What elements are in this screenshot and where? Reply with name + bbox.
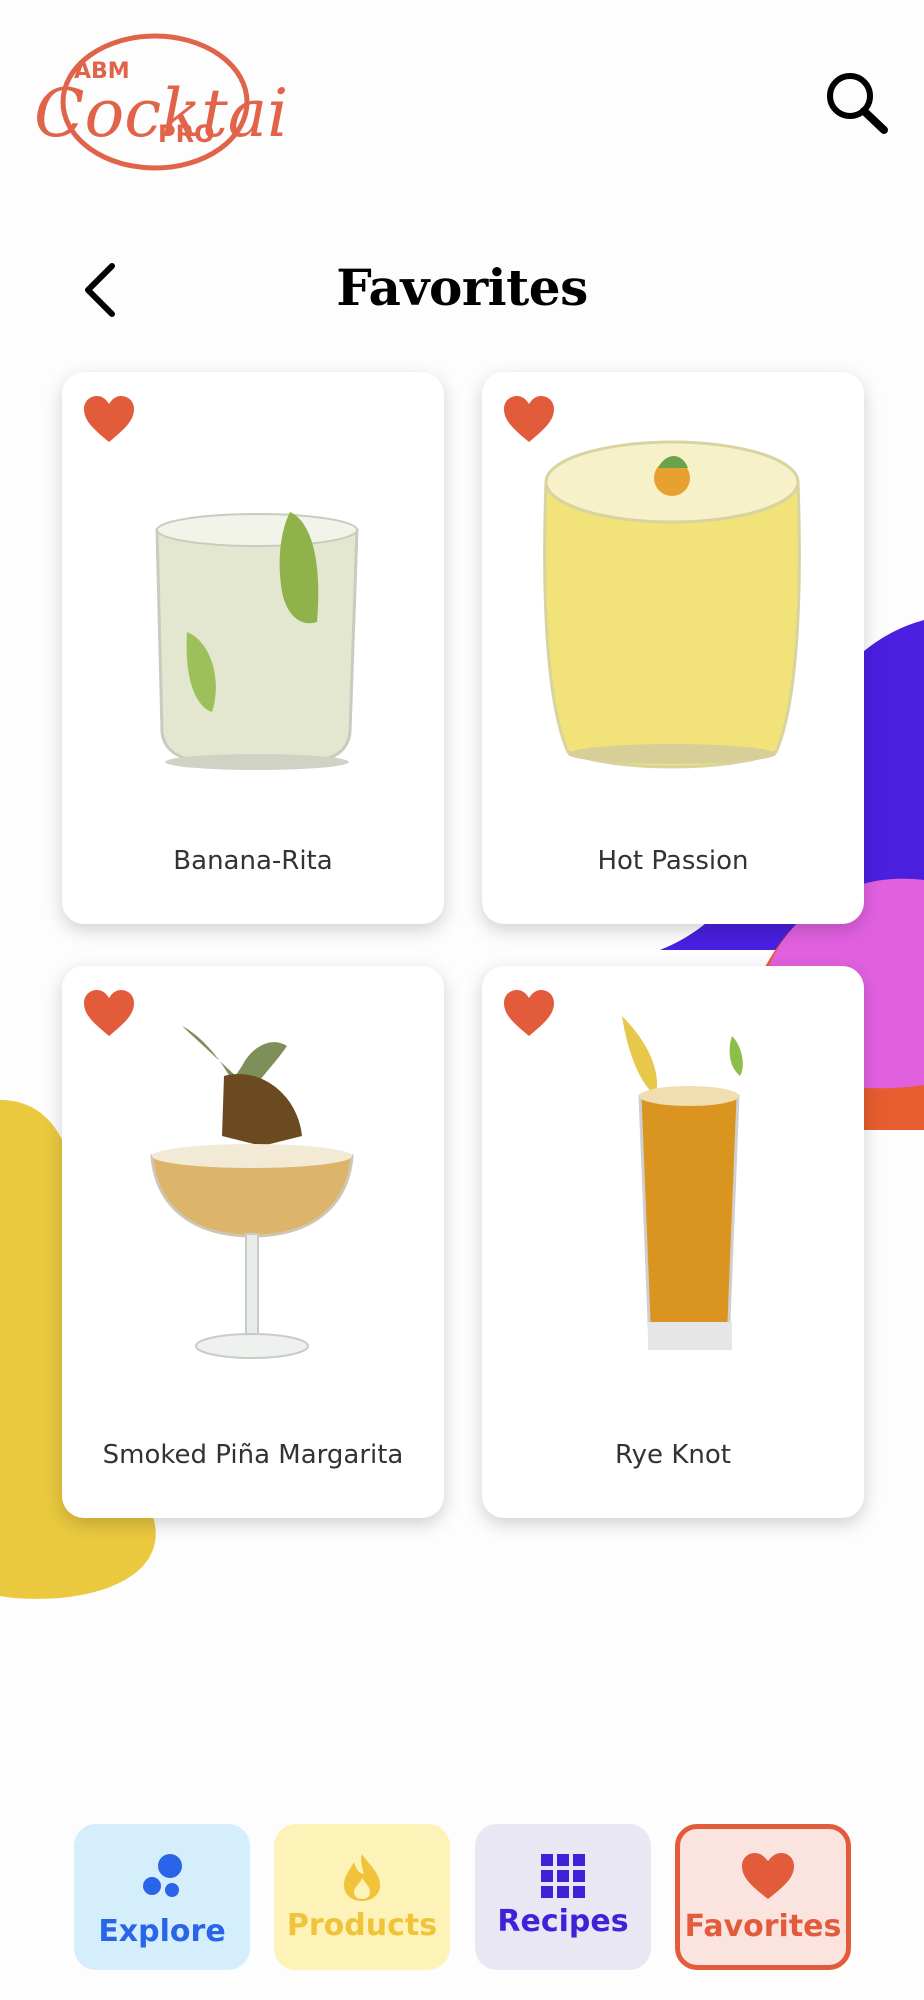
drink-image [543,440,801,769]
drink-name: Smoked Piña Margarita [102,1440,404,1470]
favorite-card[interactable]: Rye Knot [482,966,864,1518]
app-logo: ABM Cocktail PRO [30,24,309,184]
flame-icon [344,1854,380,1901]
page-title: Favorites [336,258,588,317]
svg-text:PRO: PRO [158,120,214,148]
tab-explore[interactable]: Explore [74,1824,250,1970]
drink-name: Hot Passion [597,846,749,876]
drink-image [622,1016,743,1350]
tab-label: Explore [98,1914,226,1949]
drink-name: Rye Knot [615,1440,731,1470]
favorite-card[interactable]: Smoked Piña Margarita [62,966,444,1518]
search-icon [827,73,888,134]
favorite-card[interactable]: Banana-Rita [62,372,444,924]
tab-favorites[interactable]: Favorites [675,1824,851,1970]
dots-icon [143,1854,182,1897]
tab-label: Recipes [497,1904,629,1939]
tab-label: Favorites [684,1909,842,1944]
grid-icon [541,1854,585,1898]
tab-label: Products [286,1908,438,1943]
tab-recipes[interactable]: Recipes [475,1824,651,1970]
heart-icon [742,1853,794,1899]
search-button[interactable] [818,66,898,146]
drink-image [155,512,359,770]
tab-products[interactable]: Products [274,1824,450,1970]
favorite-card[interactable]: Hot Passion [482,372,864,924]
drink-name: Banana-Rita [173,846,333,876]
drink-image [150,1026,354,1359]
